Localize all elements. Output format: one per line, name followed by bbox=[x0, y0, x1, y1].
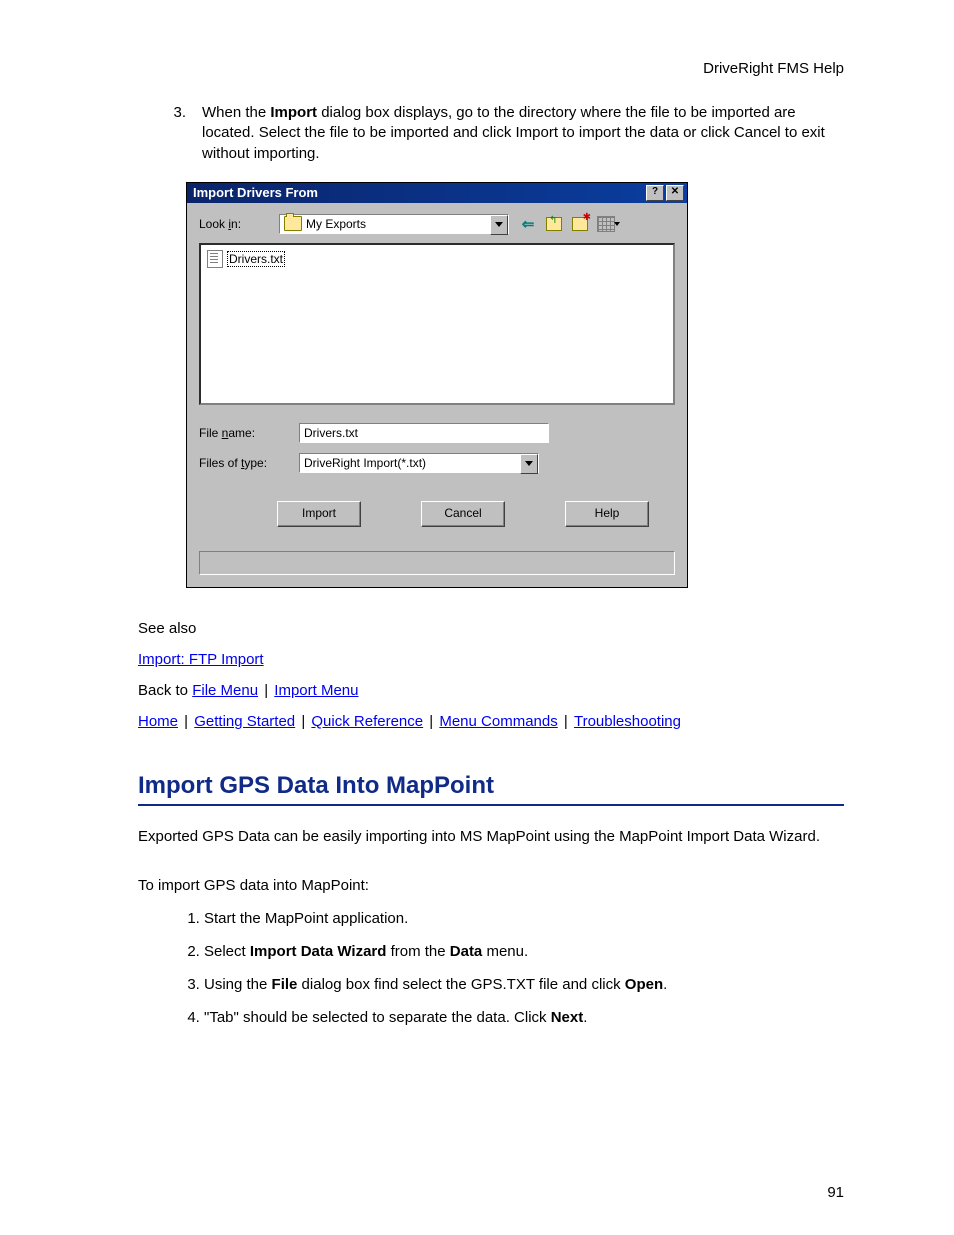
link-file-menu[interactable]: File Menu bbox=[192, 682, 258, 699]
lookin-dropdown[interactable]: My Exports bbox=[279, 214, 509, 234]
text-file-icon bbox=[207, 250, 223, 268]
back-pre: Back to bbox=[138, 682, 192, 699]
s2-mid: from the bbox=[386, 943, 449, 960]
step3-bold-import: Import bbox=[270, 104, 317, 121]
help-button[interactable]: Help bbox=[565, 501, 649, 527]
s3-b1: File bbox=[272, 976, 298, 993]
dialog-toolbar: ⇐ bbox=[517, 213, 617, 235]
running-header: DriveRight FMS Help bbox=[138, 60, 844, 77]
filetype-value: DriveRight Import(*.txt) bbox=[304, 456, 426, 470]
page-number: 91 bbox=[827, 1184, 844, 1201]
s3-pre: Using the bbox=[204, 976, 272, 993]
link-home[interactable]: Home bbox=[138, 713, 178, 730]
s4-b1: Next bbox=[551, 1009, 584, 1026]
back-to-line: Back to File Menu | Import Menu bbox=[138, 680, 844, 701]
step-4: "Tab" should be selected to separate the… bbox=[204, 1007, 844, 1028]
view-menu-icon[interactable] bbox=[595, 213, 617, 235]
close-icon[interactable]: ✕ bbox=[666, 185, 684, 201]
s4-post: . bbox=[583, 1009, 587, 1026]
step-number: 3. bbox=[138, 103, 202, 164]
back-icon[interactable]: ⇐ bbox=[517, 213, 539, 235]
steps-list: Start the MapPoint application. Select I… bbox=[138, 908, 844, 1028]
link-ftp-import[interactable]: Import: FTP Import bbox=[138, 651, 264, 668]
step-3-block: 3. When the Import dialog box displays, … bbox=[138, 103, 844, 164]
chevron-down-icon[interactable] bbox=[520, 454, 538, 474]
s2-pre: Select bbox=[204, 943, 250, 960]
fn-pre: File bbox=[199, 426, 222, 440]
step-1: Start the MapPoint application. bbox=[204, 908, 844, 929]
steps-lead: To import GPS data into MapPoint: bbox=[138, 875, 844, 896]
dialog-body: Look in: My Exports ⇐ bbox=[187, 203, 687, 587]
link-menu-commands[interactable]: Menu Commands bbox=[439, 713, 557, 730]
see-also-label: See also bbox=[138, 618, 844, 639]
file-item-drivers[interactable]: Drivers.txt bbox=[205, 249, 287, 269]
cancel-button[interactable]: Cancel bbox=[421, 501, 505, 527]
section-intro: Exported GPS Data can be easily importin… bbox=[138, 826, 844, 847]
link-quick-reference[interactable]: Quick Reference bbox=[311, 713, 423, 730]
s2-post: menu. bbox=[482, 943, 528, 960]
filename-label: File name: bbox=[199, 426, 299, 440]
s3-mid: dialog box find select the GPS.TXT file … bbox=[297, 976, 624, 993]
step-3: Using the File dialog box find select th… bbox=[204, 974, 844, 995]
lookin-post: n: bbox=[231, 217, 241, 231]
link-import-menu[interactable]: Import Menu bbox=[274, 682, 358, 699]
footer-nav: Home | Getting Started | Quick Reference… bbox=[138, 711, 844, 732]
link-troubleshooting[interactable]: Troubleshooting bbox=[574, 713, 681, 730]
import-dialog: Import Drivers From ? ✕ Look in: My Expo… bbox=[186, 182, 688, 588]
step-text: When the Import dialog box displays, go … bbox=[202, 103, 844, 164]
file-item-label: Drivers.txt bbox=[227, 251, 285, 267]
s3-post: . bbox=[663, 976, 667, 993]
filename-input[interactable]: Drivers.txt bbox=[299, 423, 549, 443]
fn-post: ame: bbox=[228, 426, 255, 440]
s4-pre: "Tab" should be selected to separate the… bbox=[204, 1009, 551, 1026]
s2-b2: Data bbox=[450, 943, 483, 960]
dialog-title: Import Drivers From bbox=[193, 185, 644, 200]
ft-pre: Files of bbox=[199, 456, 241, 470]
ft-post: ype: bbox=[244, 456, 267, 470]
chevron-down-icon[interactable] bbox=[490, 215, 508, 235]
step-2: Select Import Data Wizard from the Data … bbox=[204, 941, 844, 962]
folder-icon bbox=[284, 216, 302, 231]
filetype-dropdown[interactable]: DriveRight Import(*.txt) bbox=[299, 453, 539, 473]
import-button[interactable]: Import bbox=[277, 501, 361, 527]
s2-b1: Import Data Wizard bbox=[250, 943, 387, 960]
dialog-status-bar bbox=[199, 551, 675, 575]
help-icon[interactable]: ? bbox=[646, 185, 664, 201]
up-level-icon[interactable] bbox=[543, 213, 565, 235]
dialog-figure: Import Drivers From ? ✕ Look in: My Expo… bbox=[186, 182, 844, 588]
separator: | bbox=[258, 682, 274, 699]
section-heading: Import GPS Data Into MapPoint bbox=[138, 772, 844, 806]
lookin-pre: Look bbox=[199, 217, 228, 231]
dialog-button-row: Import Cancel Help bbox=[277, 501, 675, 527]
new-folder-icon[interactable] bbox=[569, 213, 591, 235]
file-list-area[interactable]: Drivers.txt bbox=[199, 243, 675, 405]
lookin-value: My Exports bbox=[306, 215, 366, 233]
dialog-titlebar: Import Drivers From ? ✕ bbox=[187, 183, 687, 203]
lookin-label: Look in: bbox=[199, 217, 279, 231]
step3-pre: When the bbox=[202, 104, 270, 121]
s3-b2: Open bbox=[625, 976, 663, 993]
link-getting-started[interactable]: Getting Started bbox=[194, 713, 295, 730]
filetype-label: Files of type: bbox=[199, 456, 299, 470]
